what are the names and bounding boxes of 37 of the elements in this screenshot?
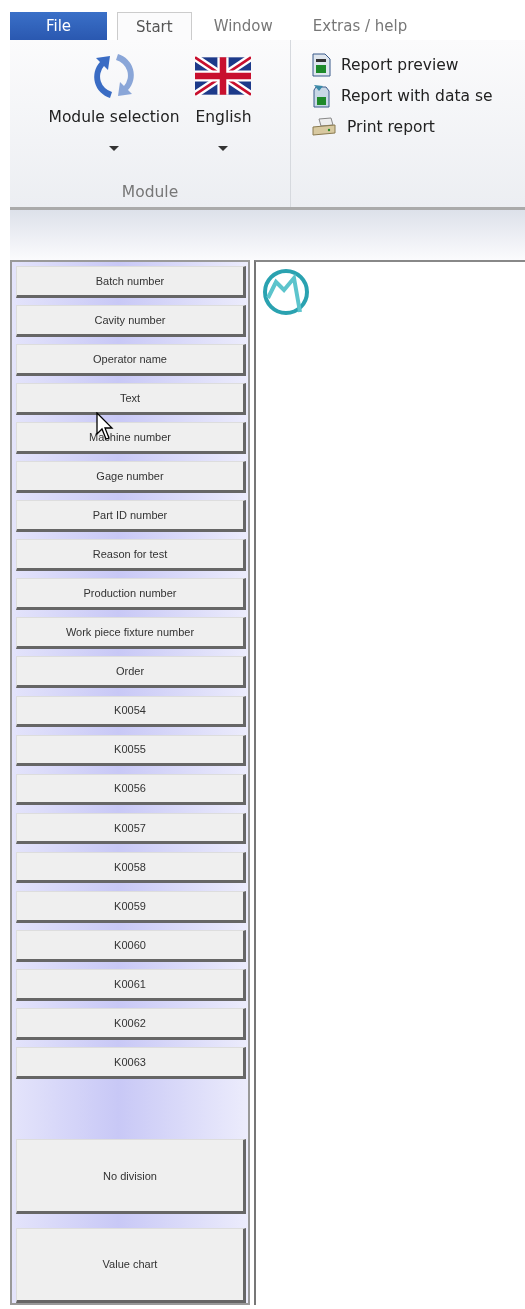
ribbon-dropdown-button[interactable]: Module selection — [48, 50, 180, 160]
field-button[interactable]: Order — [16, 656, 246, 689]
mode-button[interactable]: No division — [16, 1138, 246, 1215]
group-label: Module — [121, 183, 179, 201]
field-button[interactable]: Work piece fixture number — [16, 617, 246, 650]
ribbon-tab[interactable]: Start — [117, 12, 192, 40]
field-button[interactable]: K0059 — [16, 890, 246, 923]
field-button[interactable]: K0057 — [16, 812, 246, 845]
document-icon — [311, 53, 331, 77]
field-button[interactable]: Production number — [16, 578, 246, 611]
field-button[interactable]: Machine number — [16, 422, 246, 454]
field-button[interactable]: Batch number — [16, 266, 246, 298]
field-button[interactable]: K0058 — [16, 851, 246, 884]
file-menu-button[interactable]: File — [10, 12, 107, 40]
field-button[interactable]: K0055 — [16, 734, 246, 767]
field-button[interactable]: Reason for test — [16, 539, 246, 572]
ribbon-button[interactable]: Report with data se — [311, 83, 493, 109]
mode-button[interactable]: Value chart — [16, 1227, 246, 1303]
field-button[interactable]: Cavity number — [16, 305, 246, 337]
field-button[interactable]: K0056 — [16, 773, 246, 806]
uk-flag-icon — [195, 56, 252, 96]
field-button[interactable]: K0060 — [16, 929, 246, 962]
ribbon-button[interactable]: Report preview — [311, 52, 493, 78]
field-button[interactable]: Gage number — [16, 461, 246, 493]
ribbon-tab[interactable]: Extras / help — [294, 12, 426, 40]
ribbon-dropdown-button[interactable]: English — [195, 50, 252, 160]
field-button[interactable]: Text — [16, 383, 246, 415]
document-icon — [311, 84, 331, 108]
ribbon-tab[interactable]: Window — [195, 12, 291, 40]
field-button[interactable]: K0061 — [16, 968, 246, 1001]
ribbon-button[interactable]: Print report — [311, 114, 493, 140]
field-button[interactable]: K0063 — [16, 1046, 246, 1079]
printer-icon — [311, 117, 337, 137]
field-button[interactable]: Part ID number — [16, 500, 246, 533]
field-button[interactable]: K0062 — [16, 1007, 246, 1040]
field-button[interactable]: K0054 — [16, 695, 246, 728]
field-button[interactable]: Operator name — [16, 344, 246, 376]
